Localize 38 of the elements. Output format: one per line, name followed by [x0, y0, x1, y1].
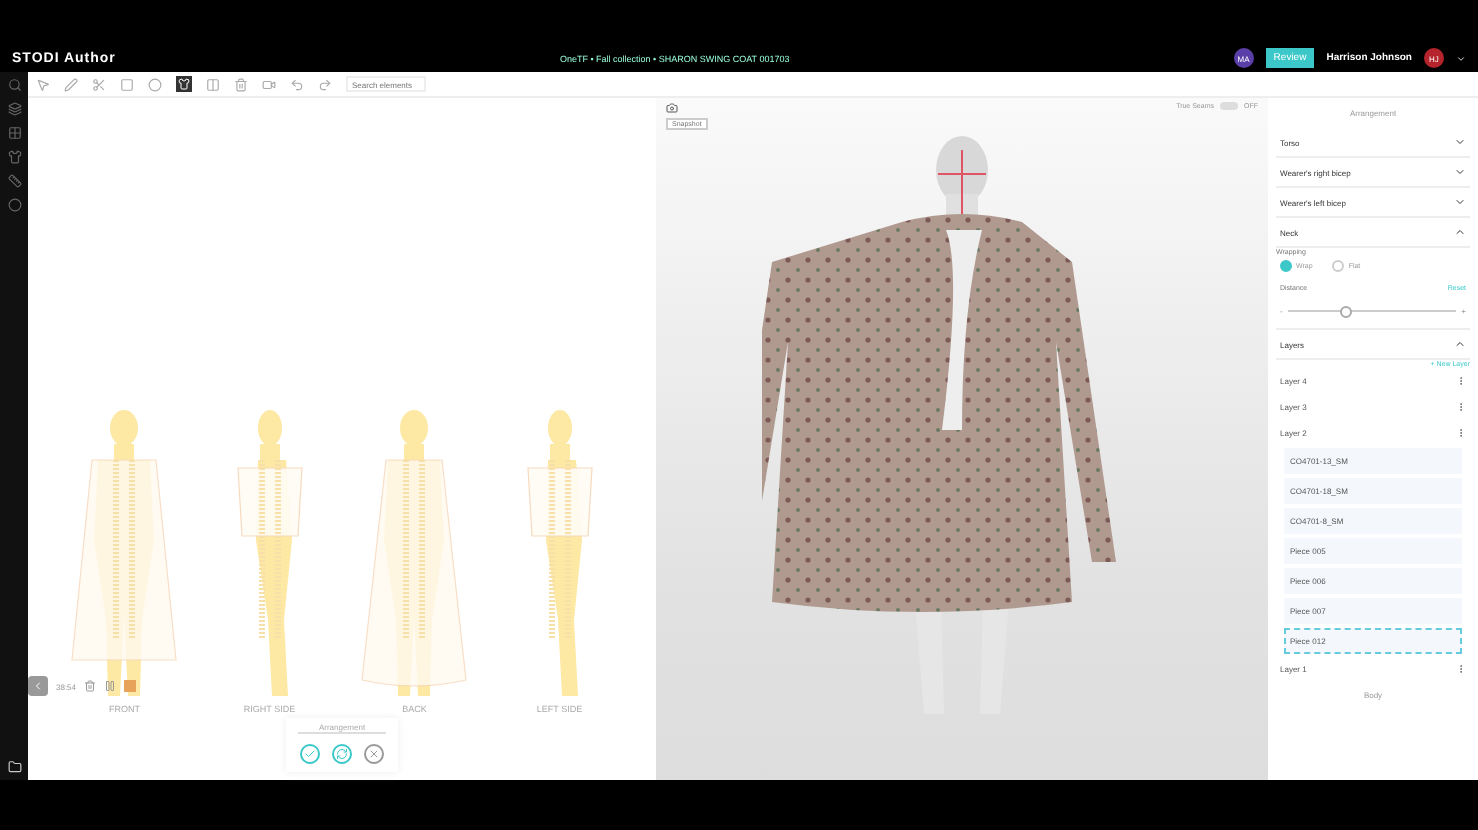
shirt-icon	[178, 78, 190, 90]
slider-thumb[interactable]	[1339, 306, 1352, 318]
circle-icon[interactable]	[148, 77, 162, 91]
columns-icon[interactable]	[206, 77, 220, 91]
chevron-down-icon	[1454, 196, 1466, 208]
layers-icon[interactable]	[7, 102, 21, 116]
chevron-up-icon	[1454, 226, 1466, 238]
refresh-button[interactable]	[332, 744, 352, 764]
color-swatch[interactable]	[124, 680, 137, 692]
shirt-icon[interactable]	[7, 150, 21, 164]
chevron-down-icon	[1454, 166, 1466, 178]
confirm-button[interactable]	[300, 744, 320, 764]
redo-icon[interactable]	[318, 77, 332, 91]
close-button[interactable]	[364, 744, 384, 764]
circle-icon[interactable]	[7, 198, 21, 212]
collapse-button[interactable]	[28, 676, 48, 696]
ruler-icon[interactable]	[7, 174, 21, 188]
pointer-icon[interactable]	[36, 77, 50, 91]
trash-icon[interactable]	[84, 680, 97, 692]
camera-icon[interactable]	[666, 102, 678, 114]
square-icon[interactable]	[120, 77, 134, 91]
pin-tool-button[interactable]	[176, 76, 192, 92]
chevron-up-icon	[1454, 338, 1466, 350]
refresh-icon	[336, 748, 348, 760]
grid-icon[interactable]	[7, 126, 21, 140]
search-icon[interactable]	[7, 78, 21, 92]
undo-icon[interactable]	[290, 77, 304, 91]
pen-icon[interactable]	[64, 77, 78, 91]
close-icon	[368, 748, 380, 760]
chevron-left-icon	[32, 680, 44, 692]
camera-icon[interactable]	[262, 77, 276, 91]
pause-icon[interactable]	[104, 680, 117, 692]
folder-icon[interactable]	[7, 760, 21, 774]
check-icon	[304, 748, 316, 760]
caret-icon[interactable]	[1456, 53, 1466, 63]
scissors-icon[interactable]	[92, 77, 106, 91]
chevron-down-icon	[1454, 136, 1466, 148]
trash-icon[interactable]	[234, 77, 248, 91]
